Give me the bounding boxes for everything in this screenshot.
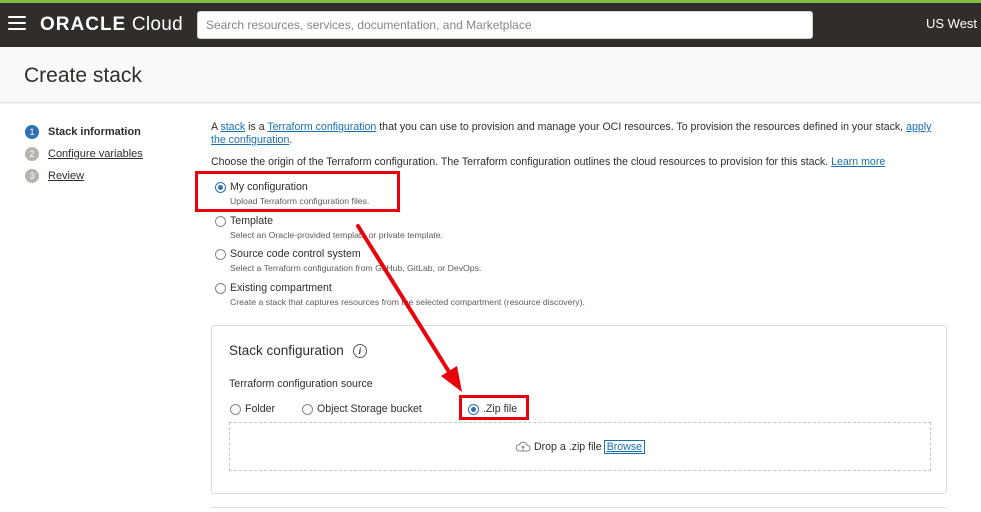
top-accent-strip xyxy=(0,0,981,3)
menu-icon[interactable] xyxy=(8,16,26,30)
radio-button[interactable] xyxy=(302,403,313,415)
option-description: Create a stack that captures resources f… xyxy=(230,297,585,307)
source-option-object-storage[interactable]: Object Storage bucket xyxy=(302,403,422,415)
panel-title: Stack configuration i xyxy=(229,343,367,358)
option-label: Template xyxy=(230,215,273,227)
radio-button[interactable] xyxy=(215,282,226,294)
source-option-folder[interactable]: Folder xyxy=(230,403,275,415)
learn-more-link[interactable]: Learn more xyxy=(831,156,885,168)
radio-button[interactable] xyxy=(230,403,241,415)
stack-link[interactable]: stack xyxy=(220,121,245,133)
radio-button[interactable] xyxy=(215,248,226,260)
step-label: Stack information xyxy=(48,126,141,138)
choose-origin-text: Choose the origin of the Terraform confi… xyxy=(211,156,886,168)
origin-option-source-code-control[interactable]: Source code control system Select a Terr… xyxy=(215,248,481,273)
step-configure-variables[interactable]: 2 Configure variables xyxy=(25,143,143,165)
highlight-box-my-configuration xyxy=(195,171,400,212)
radio-button[interactable] xyxy=(215,215,226,227)
top-bar: ORACLE Cloud US West ( xyxy=(0,0,981,47)
stack-intro-text: A stack is a Terraform configuration tha… xyxy=(211,121,932,146)
highlight-box-zip-file xyxy=(459,395,529,420)
drop-text: Drop a .zip file xyxy=(533,440,602,453)
origin-option-existing-compartment[interactable]: Existing compartment Create a stack that… xyxy=(215,282,585,307)
zip-dropzone[interactable]: Drop a .zip file Browse xyxy=(229,422,931,471)
oracle-cloud-logo[interactable]: ORACLE Cloud xyxy=(40,14,183,36)
option-label: Source code control system xyxy=(230,248,361,260)
terraform-configuration-link[interactable]: Terraform configuration xyxy=(267,121,376,133)
step-stack-information[interactable]: 1 Stack information xyxy=(25,121,143,143)
option-description: Select a Terraform configuration from Gi… xyxy=(230,263,482,273)
info-icon[interactable]: i xyxy=(352,343,367,358)
page-title: Create stack xyxy=(24,64,142,87)
next-section-edge xyxy=(211,507,947,512)
step-number: 1 xyxy=(25,125,39,139)
region-selector[interactable]: US West ( xyxy=(926,16,981,31)
wizard-content: 1 Stack information 2 Configure variable… xyxy=(0,104,981,512)
step-label[interactable]: Review xyxy=(48,170,84,182)
step-number: 2 xyxy=(25,147,39,161)
configuration-source-label: Terraform configuration source xyxy=(229,378,373,390)
step-label[interactable]: Configure variables xyxy=(48,148,143,160)
option-label: Existing compartment xyxy=(230,282,332,294)
search-input[interactable] xyxy=(197,11,813,39)
stack-configuration-panel: Stack configuration i Terraform configura… xyxy=(211,325,947,494)
cloud-upload-icon xyxy=(515,441,531,452)
wizard-steps: 1 Stack information 2 Configure variable… xyxy=(25,121,143,187)
step-number: 3 xyxy=(25,169,39,183)
step-review[interactable]: 3 Review xyxy=(25,165,143,187)
browse-link[interactable]: Browse xyxy=(603,439,646,454)
origin-option-template[interactable]: Template Select an Oracle-provided templ… xyxy=(215,215,443,240)
page-header: Create stack xyxy=(0,47,981,103)
option-description: Select an Oracle-provided template or pr… xyxy=(230,230,443,240)
